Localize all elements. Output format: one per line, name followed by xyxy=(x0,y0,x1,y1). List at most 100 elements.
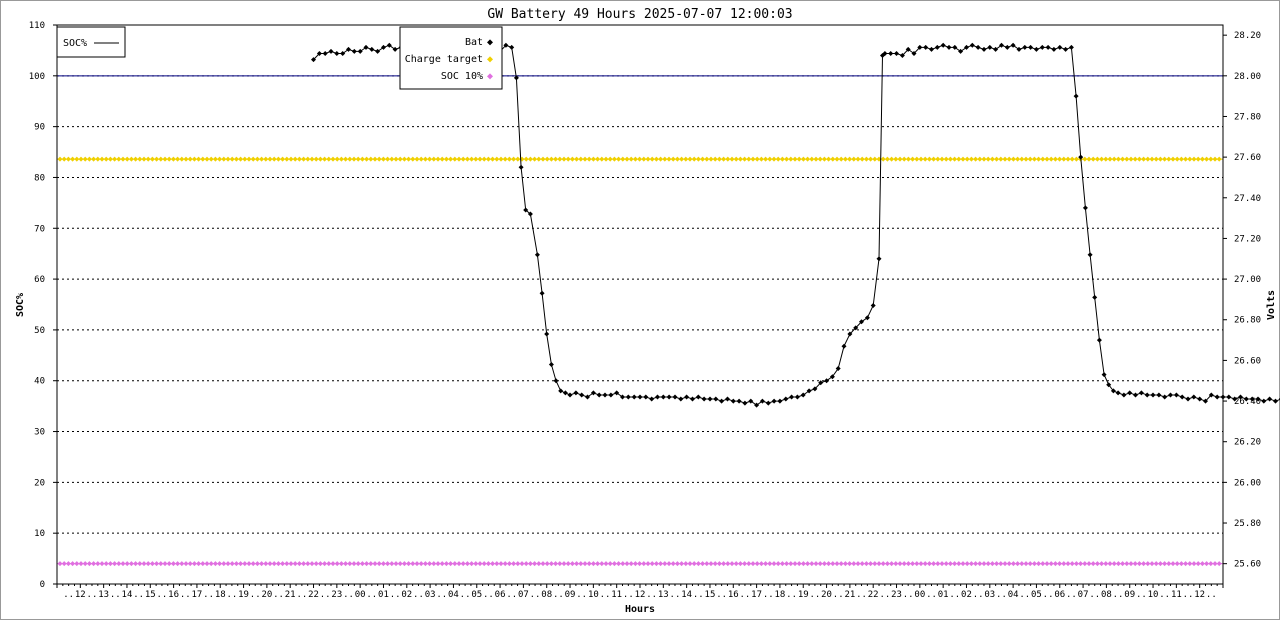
x-tick-dots: .. xyxy=(553,590,564,600)
x-tick-label: 14 xyxy=(681,590,692,600)
y2-tick-label: 27.80 xyxy=(1234,112,1261,122)
x-tick-label: 16 xyxy=(728,590,739,600)
y2-tick-label: 28.20 xyxy=(1234,31,1261,41)
x-tick-label: 22 xyxy=(868,590,879,600)
x-tick-label: 03 xyxy=(984,590,995,600)
legend-label-bat: Bat xyxy=(465,37,483,48)
x-tick-label: 07 xyxy=(518,590,529,600)
y2-tick-label: 27.20 xyxy=(1234,234,1261,244)
x-tick-label: 18 xyxy=(774,590,785,600)
x-tick-dots: .. xyxy=(856,590,867,600)
x-tick-dots: .. xyxy=(203,590,214,600)
x-tick-dots: .. xyxy=(1159,590,1170,600)
legend-marker-bat: ◆ xyxy=(487,37,493,48)
x-tick-label: 00 xyxy=(355,590,366,600)
y-tick-label: 10 xyxy=(34,529,45,539)
y-tick-label: 40 xyxy=(34,377,45,387)
x-tick-dots: .. xyxy=(600,590,611,600)
x-tick-label: 23 xyxy=(891,590,902,600)
x-tick-dots: .. xyxy=(1043,590,1054,600)
series-legend: Bat ◆ Charge target ◆ SOC 10% ◆ xyxy=(399,26,503,90)
x-tick-label: 22 xyxy=(308,590,319,600)
chart-background xyxy=(0,0,1280,620)
x-tick-label: 12 xyxy=(1194,590,1205,600)
y2-tick-label: 26.00 xyxy=(1234,478,1261,488)
x-axis-label: Hours xyxy=(625,604,655,615)
x-tick-dots: .. xyxy=(1206,590,1217,600)
x-tick-dots: .. xyxy=(273,590,284,600)
x-tick-dots: .. xyxy=(180,590,191,600)
x-tick-dots: .. xyxy=(833,590,844,600)
legend-marker-charge-target: ◆ xyxy=(487,54,493,65)
x-tick-dots: .. xyxy=(670,590,681,600)
x-tick-dots: .. xyxy=(63,590,74,600)
x-tick-label: 17 xyxy=(751,590,762,600)
x-tick-label: 15 xyxy=(705,590,716,600)
x-tick-label: 08 xyxy=(1101,590,1112,600)
x-tick-label: 04 xyxy=(448,590,459,600)
x-tick-label: 06 xyxy=(1054,590,1065,600)
legend-label-soc10: SOC 10% xyxy=(441,71,483,82)
x-tick-label: 09 xyxy=(1124,590,1135,600)
x-tick-dots: .. xyxy=(296,590,307,600)
y-axis-label: SOC% xyxy=(15,293,26,317)
x-tick-label: 07 xyxy=(1078,590,1089,600)
x-tick-label: 09 xyxy=(565,590,576,600)
legend-label-charge-target: Charge target xyxy=(405,54,483,65)
y-tick-label: 60 xyxy=(34,275,45,285)
x-tick-label: 02 xyxy=(401,590,412,600)
x-tick-label: 02 xyxy=(961,590,972,600)
x-tick-dots: .. xyxy=(87,590,98,600)
y2-tick-label: 26.80 xyxy=(1234,316,1261,326)
chart-title: GW Battery 49 Hours 2025-07-07 12:00:03 xyxy=(487,7,792,22)
legend-marker-soc10: ◆ xyxy=(487,71,493,82)
x-tick-label: 21 xyxy=(844,590,855,600)
y2-tick-label: 25.80 xyxy=(1234,519,1261,529)
x-tick-dots: .. xyxy=(809,590,820,600)
x-tick-dots: .. xyxy=(1183,590,1194,600)
x-tick-dots: .. xyxy=(157,590,168,600)
x-tick-label: 01 xyxy=(938,590,949,600)
x-tick-label: 01 xyxy=(378,590,389,600)
x-tick-dots: .. xyxy=(926,590,937,600)
x-tick-label: 15 xyxy=(145,590,156,600)
x-tick-label: 10 xyxy=(1148,590,1159,600)
x-tick-dots: .. xyxy=(576,590,587,600)
battery-chart: 010203040506070809010011025.6025.8026.00… xyxy=(0,0,1280,620)
x-tick-label: 21 xyxy=(285,590,296,600)
y-tick-label: 70 xyxy=(34,224,45,234)
x-tick-dots: .. xyxy=(530,590,541,600)
x-tick-dots: .. xyxy=(1066,590,1077,600)
x-tick-label: 14 xyxy=(122,590,133,600)
x-tick-dots: .. xyxy=(366,590,377,600)
x-tick-dots: .. xyxy=(1019,590,1030,600)
x-tick-label: 18 xyxy=(215,590,226,600)
x-tick-dots: .. xyxy=(226,590,237,600)
x-tick-label: 19 xyxy=(798,590,809,600)
x-tick-dots: .. xyxy=(413,590,424,600)
x-tick-label: 23 xyxy=(331,590,342,600)
x-tick-label: 12 xyxy=(635,590,646,600)
x-tick-dots: .. xyxy=(320,590,331,600)
x-tick-label: 04 xyxy=(1008,590,1019,600)
x-tick-label: 13 xyxy=(98,590,109,600)
x-tick-dots: .. xyxy=(110,590,121,600)
x-tick-dots: .. xyxy=(133,590,144,600)
x-tick-dots: .. xyxy=(506,590,517,600)
y-tick-label: 100 xyxy=(29,72,45,82)
x-tick-dots: .. xyxy=(250,590,261,600)
y2-tick-label: 25.60 xyxy=(1234,560,1261,570)
y-tick-label: 50 xyxy=(34,326,45,336)
x-tick-dots: .. xyxy=(716,590,727,600)
x-tick-label: 05 xyxy=(471,590,482,600)
x-tick-label: 13 xyxy=(658,590,669,600)
x-tick-label: 12 xyxy=(75,590,86,600)
x-tick-dots: .. xyxy=(1089,590,1100,600)
x-tick-dots: .. xyxy=(763,590,774,600)
y-tick-label: 80 xyxy=(34,173,45,183)
x-tick-label: 00 xyxy=(914,590,925,600)
x-tick-label: 03 xyxy=(425,590,436,600)
y2-tick-label: 28.00 xyxy=(1234,72,1261,82)
x-tick-dots: .. xyxy=(390,590,401,600)
x-tick-dots: .. xyxy=(436,590,447,600)
